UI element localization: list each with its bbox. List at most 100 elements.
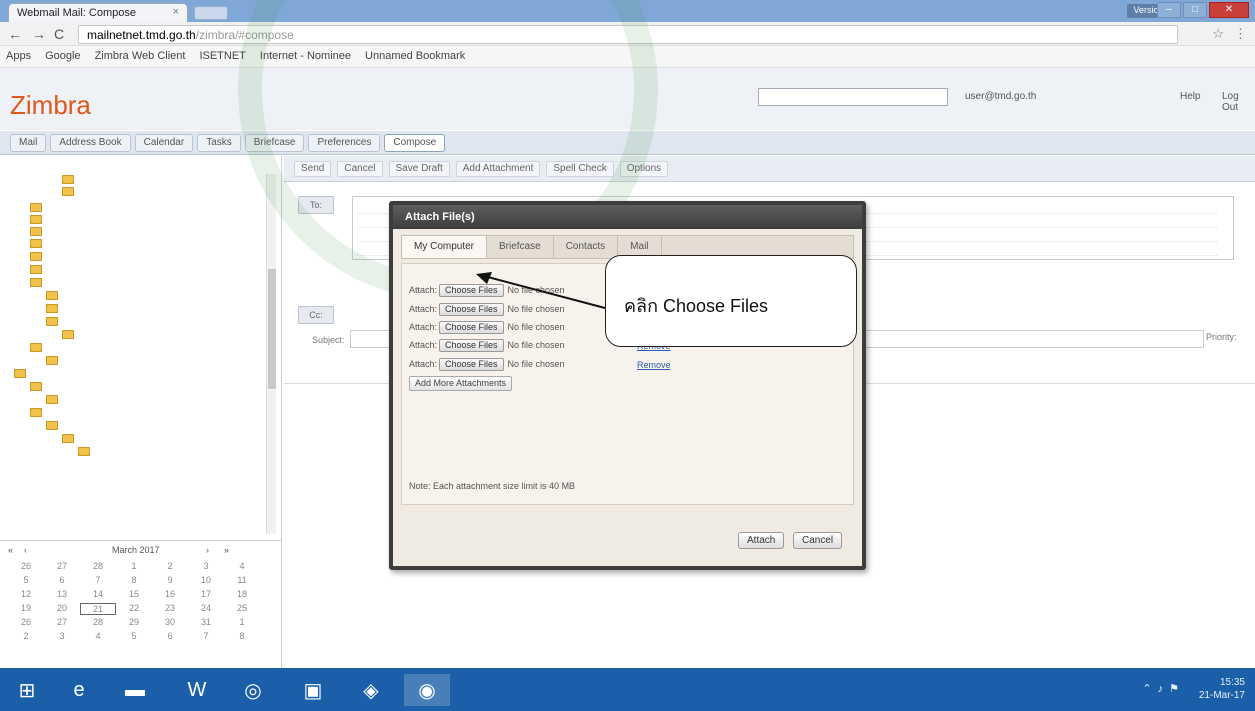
folder-item[interactable] xyxy=(46,316,62,328)
calendar-day[interactable]: 7 xyxy=(80,575,116,587)
folder-item[interactable] xyxy=(30,202,46,214)
calendar-day[interactable]: 6 xyxy=(152,631,188,643)
new-tab-button[interactable] xyxy=(194,6,228,20)
bookmark-isetnet[interactable]: ISETNET xyxy=(199,50,245,63)
choose-files-button[interactable]: Choose Files xyxy=(439,303,504,316)
calendar-day[interactable]: 28 xyxy=(80,617,116,629)
bookmark-other[interactable]: Unnamed Bookmark xyxy=(365,50,465,63)
calendar-day[interactable]: 4 xyxy=(224,561,260,573)
send-button[interactable]: Send xyxy=(294,161,332,177)
tab-tasks[interactable]: Tasks xyxy=(197,134,241,152)
user-email[interactable]: user@tmd.go.th xyxy=(965,91,1036,102)
calendar-day[interactable]: 26 xyxy=(8,561,44,573)
calendar-day[interactable]: 15 xyxy=(116,589,152,601)
prev-month-icon[interactable]: ‹ xyxy=(24,545,27,555)
folder-item[interactable] xyxy=(46,394,62,406)
help-link[interactable]: Help xyxy=(1180,91,1201,102)
remove-link[interactable]: Remove xyxy=(637,360,671,370)
folder-item[interactable] xyxy=(30,407,46,419)
calendar-day[interactable]: 9 xyxy=(152,575,188,587)
folder-item[interactable] xyxy=(30,238,46,250)
file-explorer-icon[interactable]: ▬ xyxy=(112,674,158,706)
calendar-day[interactable]: 21 xyxy=(80,603,116,615)
choose-files-button[interactable]: Choose Files xyxy=(439,321,504,334)
calendar-day[interactable]: 23 xyxy=(152,603,188,615)
calendar-day[interactable]: 4 xyxy=(80,631,116,643)
calendar-day[interactable]: 28 xyxy=(80,561,116,573)
folder-item[interactable] xyxy=(46,355,62,367)
folder-item[interactable] xyxy=(46,303,62,315)
tab-mail[interactable]: Mail xyxy=(10,134,47,152)
folder-item[interactable] xyxy=(30,342,46,354)
folder-item[interactable] xyxy=(78,446,94,458)
folder-item[interactable] xyxy=(14,368,30,380)
cc-button[interactable]: Cc: xyxy=(298,306,334,324)
browser-tab[interactable]: Webmail Mail: Compose × xyxy=(8,3,188,22)
tab-my-computer[interactable]: My Computer xyxy=(402,236,488,258)
folder-item[interactable] xyxy=(30,251,46,263)
calendar-day[interactable]: 29 xyxy=(116,617,152,629)
folder-item[interactable] xyxy=(62,186,78,198)
menu-icon[interactable]: ⋮ xyxy=(1234,26,1247,42)
calendar-day[interactable]: 17 xyxy=(188,589,224,601)
calendar-day[interactable]: 13 xyxy=(44,589,80,601)
tab-calendar[interactable]: Calendar xyxy=(134,134,194,152)
cancel-button[interactable]: Cancel xyxy=(793,532,843,549)
back-icon[interactable]: ← xyxy=(8,26,22,42)
internet-explorer-icon[interactable]: e xyxy=(56,674,102,706)
calendar-day[interactable]: 16 xyxy=(152,589,188,601)
bookmark-google[interactable]: Google xyxy=(45,50,80,63)
bookmark-internet[interactable]: Internet - Nominee xyxy=(260,50,351,63)
calendar-day[interactable]: 10 xyxy=(188,575,224,587)
folder-item[interactable] xyxy=(30,264,46,276)
calendar-day[interactable]: 6 xyxy=(44,575,80,587)
calendar-day[interactable]: 31 xyxy=(188,617,224,629)
calendar-day[interactable]: 20 xyxy=(44,603,80,615)
close-tab-icon[interactable]: × xyxy=(173,6,179,18)
close-window-icon[interactable]: ✕ xyxy=(1209,2,1249,18)
bookmark-star-icon[interactable]: ☆ xyxy=(1212,26,1224,42)
priority-select[interactable]: Priority: xyxy=(1206,332,1237,342)
calendar-day[interactable]: 1 xyxy=(116,561,152,573)
calendar-day[interactable]: 8 xyxy=(116,575,152,587)
folder-item[interactable] xyxy=(62,174,78,186)
folder-item[interactable] xyxy=(30,226,46,238)
calendar-day[interactable]: 14 xyxy=(80,589,116,601)
attach-button[interactable]: Attach xyxy=(738,532,785,549)
choose-files-button[interactable]: Choose Files xyxy=(439,339,504,352)
clock[interactable]: 15:35 21-Mar-17 xyxy=(1199,676,1245,702)
calendar-day[interactable]: 2 xyxy=(8,631,44,643)
calendar-day[interactable]: 11 xyxy=(224,575,260,587)
calendar-day[interactable]: 18 xyxy=(224,589,260,601)
choose-files-button[interactable]: Choose Files xyxy=(439,284,504,297)
calendar-day[interactable]: 3 xyxy=(44,631,80,643)
tab-briefcase[interactable]: Briefcase xyxy=(487,236,554,258)
bookmark-apps[interactable]: Apps xyxy=(6,50,31,63)
calendar-day[interactable]: 5 xyxy=(8,575,44,587)
reload-icon[interactable]: C xyxy=(54,26,64,42)
folder-item[interactable] xyxy=(46,290,62,302)
calendar-day[interactable]: 24 xyxy=(188,603,224,615)
folder-item[interactable] xyxy=(46,420,62,432)
tab-briefcase[interactable]: Briefcase xyxy=(244,134,305,152)
calendar-day[interactable]: 22 xyxy=(116,603,152,615)
to-button[interactable]: To: xyxy=(298,196,334,214)
chrome-icon[interactable]: ◎ xyxy=(230,674,276,706)
cancel-compose-button[interactable]: Cancel xyxy=(337,161,383,177)
calendar-day[interactable]: 1 xyxy=(224,617,260,629)
scrollbar-thumb[interactable] xyxy=(268,269,276,389)
forward-icon[interactable]: → xyxy=(32,26,46,42)
calendar-day[interactable]: 8 xyxy=(224,631,260,643)
maximize-icon[interactable]: □ xyxy=(1183,2,1207,18)
calendar-day[interactable]: 7 xyxy=(188,631,224,643)
calendar-day[interactable]: 19 xyxy=(8,603,44,615)
folder-item[interactable] xyxy=(62,329,78,341)
calendar-day[interactable]: 26 xyxy=(8,617,44,629)
calendar-day[interactable]: 30 xyxy=(152,617,188,629)
system-tray-icons[interactable]: ⌃♪⚑ xyxy=(1142,682,1185,695)
search-input[interactable] xyxy=(758,88,948,106)
folder-scrollbar[interactable] xyxy=(266,174,276,534)
next-month-icon[interactable]: › xyxy=(206,545,209,555)
calendar-day[interactable]: 27 xyxy=(44,617,80,629)
calendar-day[interactable]: 12 xyxy=(8,589,44,601)
